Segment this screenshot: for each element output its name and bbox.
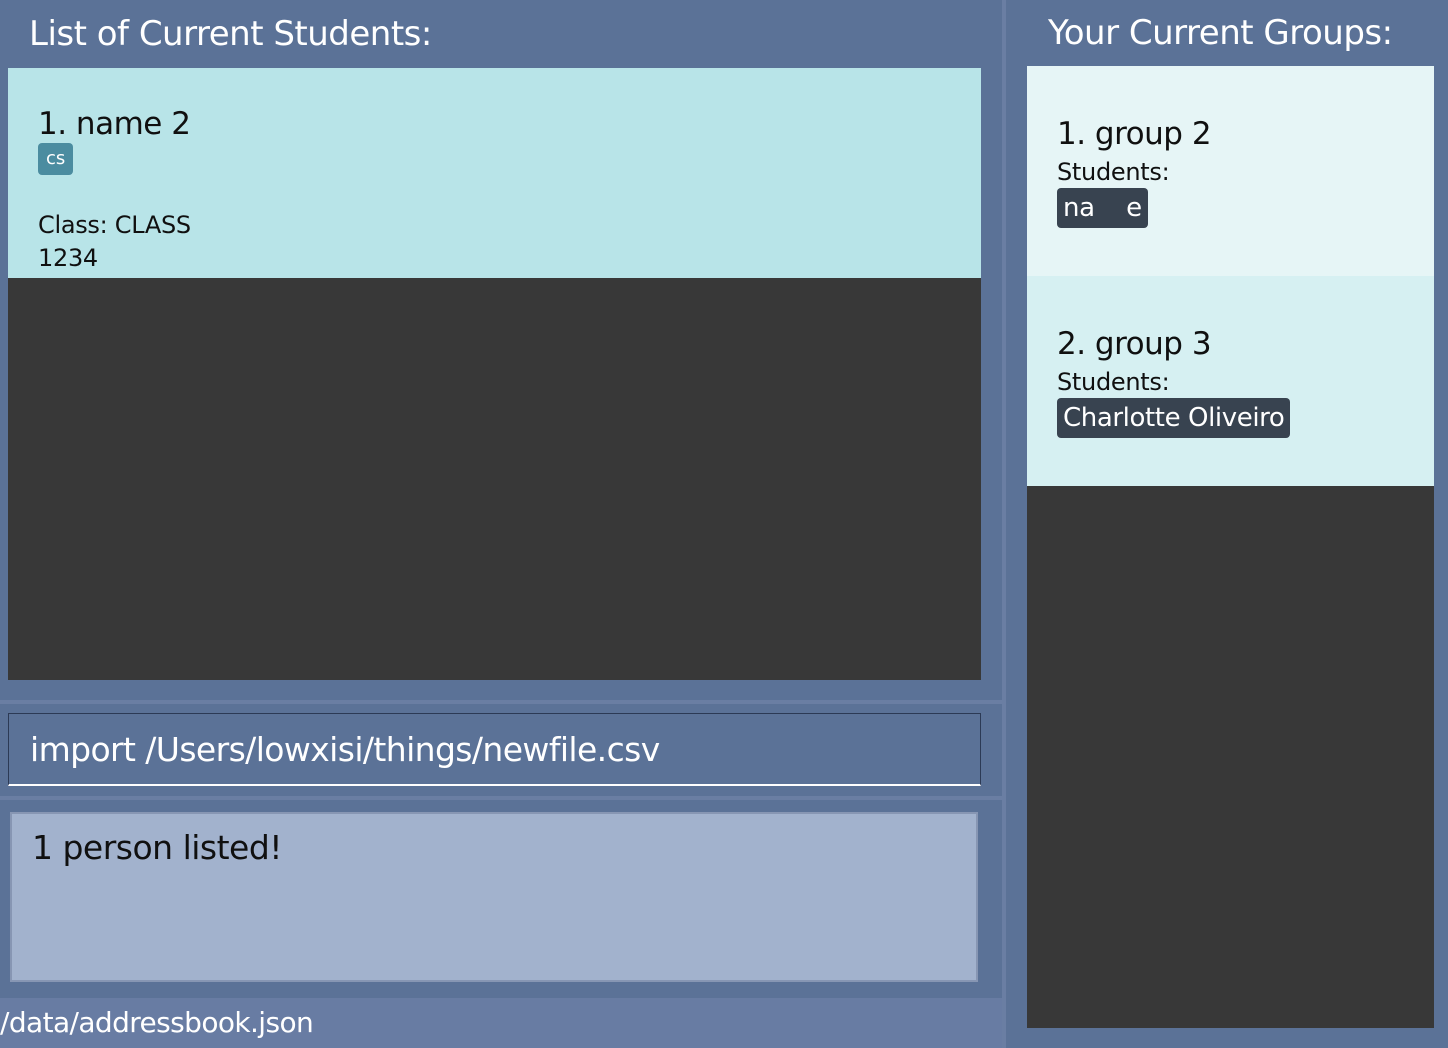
status-bar: /data/addressbook.json	[0, 998, 1002, 1048]
student-class: Class: CLASS	[38, 211, 191, 239]
student-name: 1. name 2	[38, 106, 191, 142]
result-display: 1 person listed!	[10, 812, 978, 982]
command-input[interactable]	[9, 714, 980, 784]
group-list[interactable]: 1. group 2 Students: na e 2. group 3 Stu…	[1027, 66, 1434, 1028]
student-tag: cs	[38, 143, 74, 175]
group-card[interactable]: 2. group 3 Students: Charlotte Oliveiro	[1027, 276, 1434, 486]
group-member-chip: na e	[1057, 188, 1148, 228]
status-file-path: /data/addressbook.json	[0, 1006, 314, 1039]
student-phone: 1234	[38, 244, 98, 272]
result-message: 1 person listed!	[32, 828, 283, 867]
group-member-chip: Charlotte Oliveiro	[1057, 398, 1291, 438]
groups-pane: Your Current Groups: 1. group 2 Students…	[1006, 0, 1448, 1048]
group-name: 2. group 3	[1057, 326, 1212, 362]
students-pane: List of Current Students: 1. name 2 cs 1…	[0, 0, 1002, 1048]
divider	[0, 796, 1002, 800]
group-students-label: Students:	[1057, 368, 1170, 396]
student-list[interactable]: 1. name 2 cs 1234 Class: CLASS	[8, 68, 981, 680]
group-name: 1. group 2	[1057, 116, 1212, 152]
student-card[interactable]: 1. name 2 cs 1234 Class: CLASS	[8, 68, 981, 278]
group-students-label: Students:	[1057, 158, 1170, 186]
students-panel-title: List of Current Students:	[29, 14, 432, 54]
groups-panel-title: Your Current Groups:	[1048, 13, 1393, 53]
divider	[0, 700, 1002, 704]
command-box[interactable]	[8, 713, 981, 786]
group-card[interactable]: 1. group 2 Students: na e	[1027, 66, 1434, 276]
